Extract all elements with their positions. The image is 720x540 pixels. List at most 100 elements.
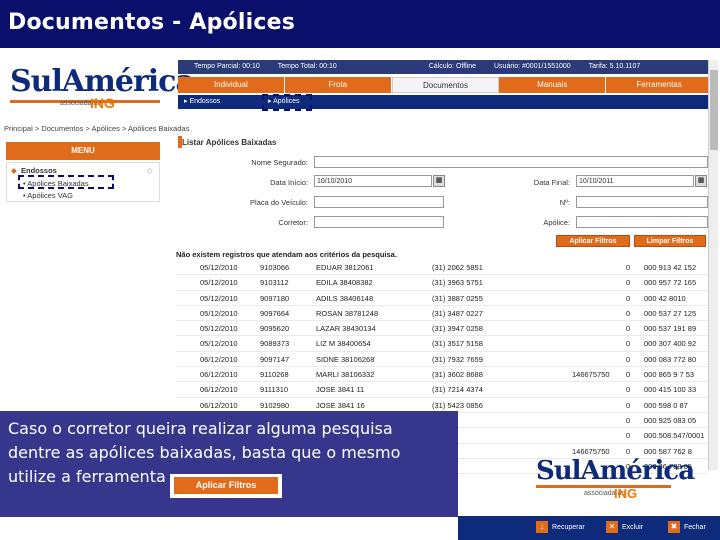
table-row[interactable]: 05/12/2010 9089373 LIZ M 38400654 (31) 3517… (176, 336, 708, 352)
cell-name: MARLI 38106332 (316, 370, 375, 380)
calendar-icon[interactable]: ▦ (695, 175, 707, 187)
cell-zero: 0 (626, 324, 631, 334)
cell-phone: (31) 3887 0255 (432, 293, 483, 303)
breadcrumb: Principal > Documentos > Apólices > Apól… (4, 124, 190, 133)
label-data-inicio: Data Início: (270, 178, 308, 187)
cell-date: 05/12/2010 (200, 293, 238, 303)
table-row[interactable]: 06/12/2010 9097147 SIDNE 38106268 (31) 7932… (176, 352, 708, 368)
cell-code: 9095620 (260, 324, 290, 334)
fechar-button[interactable]: ✖ Fechar (668, 521, 706, 533)
tab-manuais[interactable]: Manuais (499, 77, 607, 93)
cell-phone: (31) 7214 4374 (432, 385, 483, 395)
caption-box: Caso o corretor queira realizar alguma p… (0, 411, 458, 517)
table-row[interactable]: 05/12/2010 9097180 ADILS 38406148 (31) 3887… (176, 291, 708, 306)
highlight-apolices-baixadas (18, 175, 114, 189)
cell-name: JOSE 3841 16 (316, 400, 365, 410)
input-apolice[interactable] (576, 216, 708, 228)
cell-zero: 0 (626, 446, 631, 456)
input-corretor[interactable] (314, 216, 444, 228)
apply-filters-button[interactable]: Aplicar Filtros (556, 235, 630, 247)
cell-phone: (31) 5423 0856 (432, 400, 483, 410)
tab-ferramentas[interactable]: Ferramentas (606, 77, 713, 93)
input-segurado[interactable] (314, 156, 708, 168)
cell-date: 06/12/2010 (200, 385, 238, 395)
cell-policy: 000 587 762 8 (644, 446, 692, 456)
cell-phone: (31) 3602 8688 (432, 370, 483, 380)
cell-phone: (31) 2062 5851 (432, 263, 483, 272)
status-bar: Tempo Parcial: 00:10 Tempo Total: 00:10 … (178, 60, 713, 74)
cell-name: SIDNE 38106268 (316, 354, 375, 364)
sidebar-item-apolices-vag[interactable]: • Apólices VAG (23, 191, 73, 200)
status-item: Tempo Total: 00:10 (277, 63, 337, 70)
menu-button[interactable]: MENU (6, 142, 160, 160)
cell-name: EDILA 38408382 (316, 278, 373, 288)
cell-code: 9097147 (260, 354, 290, 364)
recover-icon: ↓ (536, 521, 548, 533)
input-numero[interactable] (576, 196, 708, 208)
cell-zero: 0 (626, 400, 631, 410)
close-icon: ✖ (668, 521, 680, 533)
cell-policy: 000 865 9 7 53 (644, 370, 695, 380)
logo-brand: SulAmérica (536, 456, 695, 486)
cell-name: LAZAR 38430134 (316, 324, 376, 334)
label-data-final: Data Final: (533, 178, 570, 187)
action-bar: ↓ Recuperar ✕ Excluir ✖ Fechar (458, 516, 720, 540)
tab-frota[interactable]: Frota (284, 77, 392, 93)
logo-brand: SulAmérica (10, 64, 195, 99)
recuperar-button[interactable]: ↓ Recuperar (536, 521, 585, 533)
excluir-button[interactable]: ✕ Excluir (606, 521, 643, 533)
delete-icon: ✕ (606, 521, 618, 533)
table-row[interactable]: 05/12/2010 9103112 EDILA 38408382 (31) 3963… (176, 275, 708, 291)
table-row[interactable]: 06/12/2010 9110268 MARLI 38106332 (31) 3602… (176, 367, 708, 383)
tab-individual[interactable]: Individual (178, 77, 285, 93)
cell-policy: 000 925 083 05 (644, 415, 697, 425)
logo-underline (536, 485, 671, 488)
cell-count: 146675750 (572, 446, 610, 456)
cell-zero: 0 (626, 278, 631, 288)
table-row[interactable]: 05/12/2010 9097664 ROSAN 38781248 (31) 3487… (176, 306, 708, 322)
cell-date: 05/12/2010 (200, 263, 238, 272)
input-placa[interactable] (314, 196, 444, 208)
table-row[interactable]: 05/12/2010 9095620 LAZAR 38430134 (31) 3947… (176, 321, 708, 337)
expand-icon[interactable]: ◆ (11, 166, 17, 175)
input-data-inicio[interactable]: 10/10/2010 (314, 175, 432, 187)
cell-policy: 000 598 0 87 (644, 400, 688, 410)
subtab-endossos[interactable]: ▸ Endossos (184, 97, 220, 105)
cell-code: 9097180 (260, 293, 290, 303)
cell-policy: 000 913 42 152 (644, 263, 697, 272)
cell-zero: 0 (626, 339, 631, 349)
cell-date: 05/12/2010 (200, 324, 238, 334)
sidebar-section-endossos[interactable]: Endossos (21, 166, 57, 175)
status-item: Tempo Parcial: 00:10 (194, 63, 260, 70)
cell-name: EDUAR 3812061 (316, 263, 374, 272)
table-row[interactable]: 06/12/2010 9111310 JOSE 3841 11 (31) 7214 4… (176, 382, 708, 398)
label-numero: Nº: (559, 198, 570, 207)
label-segurado: Nome Segurado: (251, 158, 308, 167)
cell-date: 05/12/2010 (200, 308, 238, 318)
cell-name: ROSAN 38781248 (316, 308, 379, 318)
cell-name: ADILS 38406148 (316, 293, 374, 303)
table-row[interactable]: 05/12/2010 9103066 EDUAR 3812061 (31) 2062 … (176, 260, 708, 276)
status-item: Tarifa: 5.10.1107 (588, 63, 641, 70)
cell-name: LIZ M 38400654 (316, 339, 371, 349)
tab-documentos[interactable]: Documentos (391, 77, 500, 93)
calendar-icon[interactable]: ▦ (433, 175, 445, 187)
cell-policy: 000 42 8010 (644, 293, 686, 303)
clear-filters-button[interactable]: Limpar Filtros (634, 235, 706, 247)
logo-ing: ING (614, 486, 638, 501)
highlight-apolices-tab (262, 94, 312, 111)
cell-code: 9102980 (260, 400, 290, 410)
cell-zero: 0 (626, 293, 631, 303)
cell-zero: 0 (626, 415, 631, 425)
scrollbar-thumb[interactable] (710, 70, 718, 150)
cell-code: 9089373 (260, 339, 290, 349)
scrollbar[interactable] (708, 60, 718, 470)
input-data-final[interactable]: 10/10/2011 (576, 175, 694, 187)
sub-tabs: ▸ Endossos ▸ Apólices (178, 95, 713, 109)
cell-zero: 0 (626, 385, 631, 395)
logo-ing: ING (90, 95, 115, 111)
collapse-icon[interactable]: ◇ (147, 166, 153, 175)
no-records-message: Não existem registros que atendam aos cr… (176, 250, 397, 259)
cell-date: 05/12/2010 (200, 278, 238, 288)
cell-code: 9097664 (260, 308, 290, 318)
